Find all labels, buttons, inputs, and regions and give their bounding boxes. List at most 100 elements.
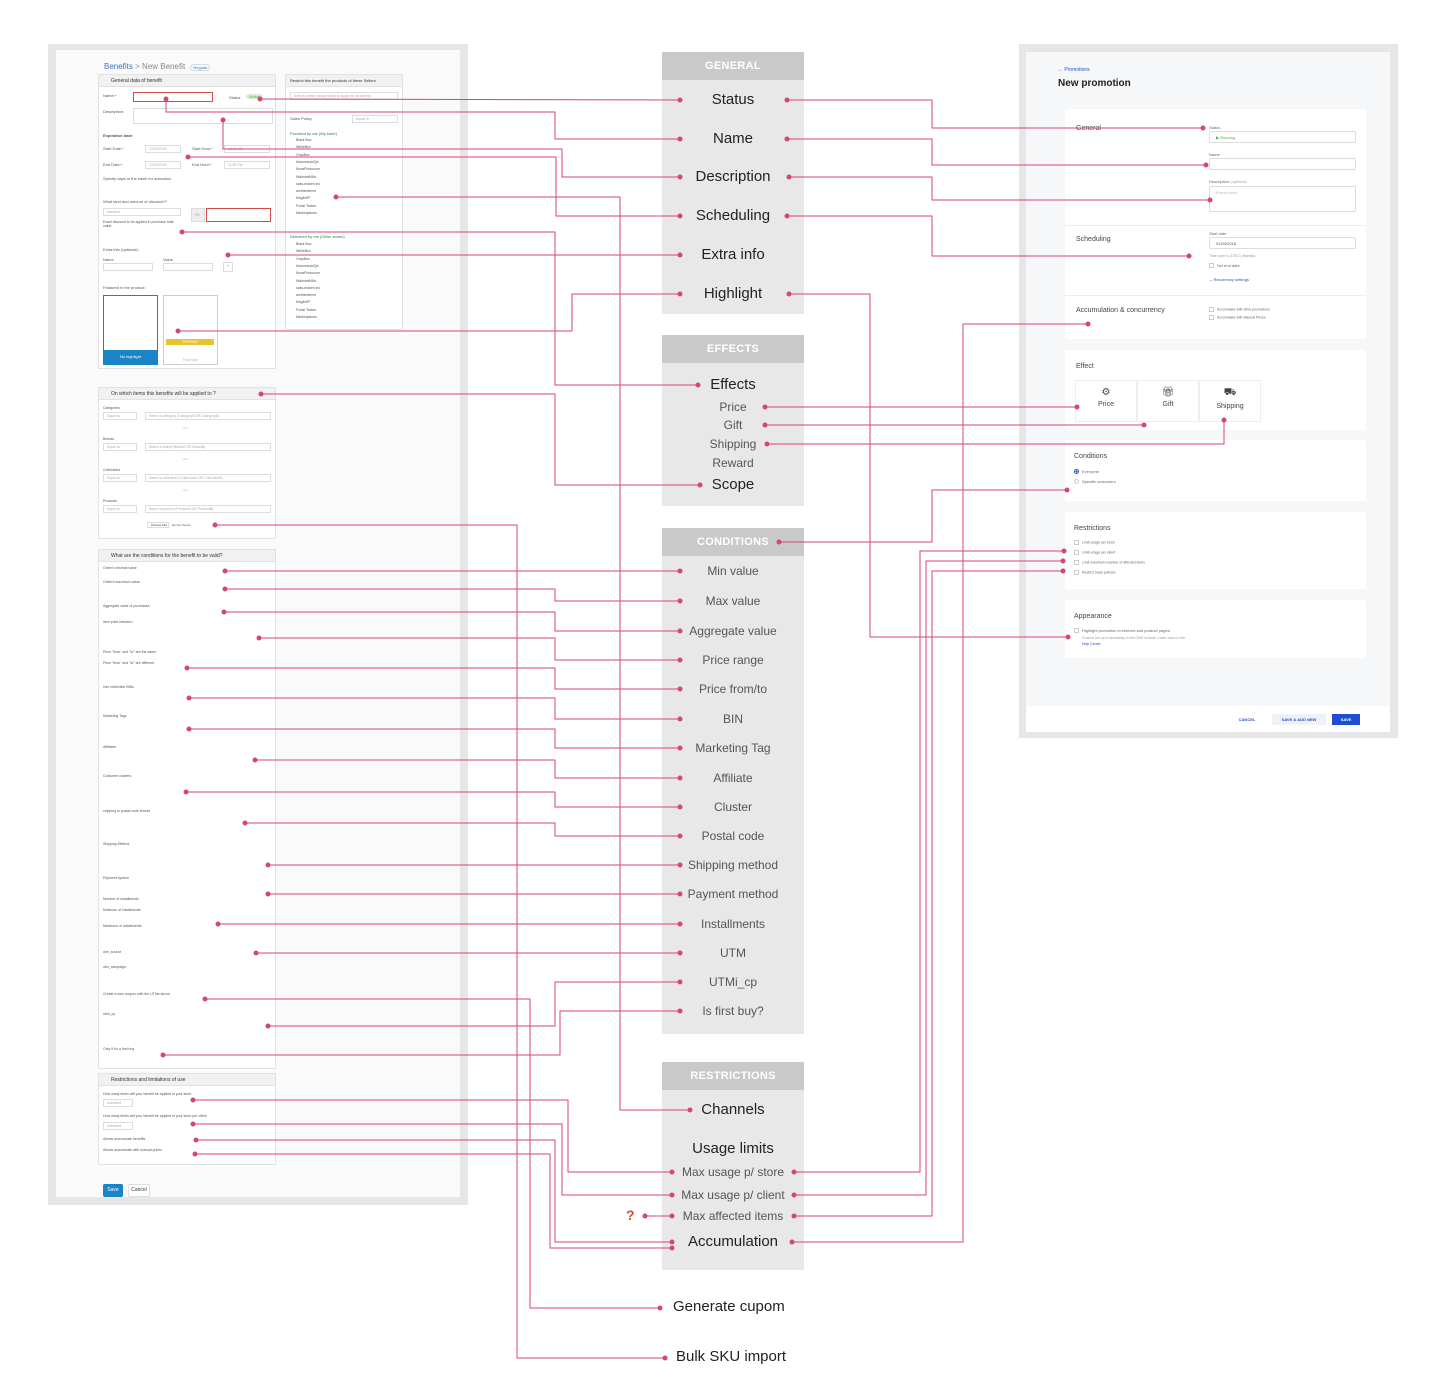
- help-center-link[interactable]: Help Center: [1082, 642, 1101, 646]
- save-button[interactable]: Save: [103, 1184, 123, 1197]
- breadcrumb-root[interactable]: Benefits: [104, 62, 133, 71]
- sellers-input[interactable]: Select a seller (leave blank to apply fo…: [290, 92, 398, 100]
- extra-value-input[interactable]: [163, 263, 213, 271]
- store-checkbox[interactable]: Black Box: [296, 138, 312, 142]
- store-checkbox[interactable]: sass-makes inc: [296, 286, 320, 290]
- store-checkbox[interactable]: Portal Testes: [296, 308, 316, 312]
- store-checkbox[interactable]: GrayBox: [296, 153, 310, 157]
- restriction-checkbox[interactable]: Restrict trade policies: [1074, 570, 1115, 575]
- store-checkbox[interactable]: Marketplaces: [296, 315, 317, 319]
- condition-option[interactable]: Minimum of installments: [103, 908, 141, 912]
- back-link[interactable]: ← Promotions: [1058, 67, 1090, 73]
- provided-radio[interactable]: Provided by me (My store): [290, 131, 337, 136]
- start-hour-input[interactable]: 12:00 AM: [224, 145, 270, 153]
- condition-option[interactable]: Order's minimal value: [103, 566, 137, 570]
- effect-gift-option[interactable]: 🎁︎ Gift: [1137, 380, 1199, 422]
- set-end-date-checkbox[interactable]: Set end date: [1217, 263, 1240, 268]
- store-checkbox[interactable]: Portal Testes: [296, 204, 316, 208]
- discount-amount-input[interactable]: [206, 208, 271, 222]
- store-checkbox[interactable]: AutomacaoQA: [296, 264, 319, 268]
- status-toggle[interactable]: Active: [246, 94, 263, 99]
- condition-option[interactable]: Payment system: [103, 876, 129, 880]
- condition-option[interactable]: shipping to postal code should: [103, 809, 150, 813]
- save-and-add-new-button[interactable]: SAVE & ADD NEW: [1272, 714, 1326, 725]
- highlight-card[interactable]: PROMO Highlight: [163, 295, 218, 365]
- choose-file-button[interactable]: Choose File: [147, 522, 169, 528]
- condition-option[interactable]: utm_campaign: [103, 965, 126, 969]
- condition-option[interactable]: utmi_cp: [103, 1012, 115, 1016]
- restriction-checkbox[interactable]: Limit usage per store: [1074, 540, 1115, 545]
- status-select[interactable]: ▶ Running: [1209, 131, 1356, 143]
- store-checkbox[interactable]: MagMKP: [296, 196, 310, 200]
- condition-option[interactable]: Use restriction BINs: [103, 685, 134, 689]
- scope-input[interactable]: Select a collection (CollectionA OR Coll…: [145, 474, 271, 482]
- condition-option[interactable]: Aggregate value of purchases: [103, 604, 150, 608]
- description-input[interactable]: [133, 108, 273, 124]
- condition-option[interactable]: Only if it's a first buy: [103, 1047, 134, 1051]
- restriction-checkbox[interactable]: Limit maximum number of affected items: [1074, 560, 1145, 565]
- condition-option[interactable]: Create a new coupon with the UTMs above: [103, 992, 170, 996]
- highlight-option[interactable]: Highlight: [164, 357, 217, 362]
- sales-policy-select[interactable]: Equal to: [352, 115, 398, 123]
- scope-input[interactable]: Select a product (ProductA OR ProductB): [145, 505, 271, 513]
- cancel-button[interactable]: CANCEL: [1234, 714, 1260, 725]
- add-extra-button[interactable]: +: [223, 262, 233, 272]
- no-highlight-option[interactable]: No highlight: [104, 350, 157, 364]
- end-date-input[interactable]: 12/03/2018: [145, 161, 181, 169]
- store-checkbox[interactable]: WhiteBox: [296, 249, 311, 253]
- store-checkbox[interactable]: WalmartMNo: [296, 175, 316, 179]
- weekdays-checkbox[interactable]: Specify days of the week for activation: [103, 176, 171, 181]
- extra-name-input[interactable]: [103, 263, 153, 271]
- client-unlimited-checkbox[interactable]: unlimited: [103, 1122, 133, 1130]
- scope-operator-select[interactable]: Equal to: [103, 412, 137, 420]
- scope-operator-select[interactable]: Equal to: [103, 505, 137, 513]
- specific-customers-radio[interactable]: Specific customers: [1082, 479, 1116, 484]
- everyone-radio[interactable]: Everyone: [1082, 469, 1099, 474]
- discount-type-select[interactable]: Nominal: [103, 208, 181, 216]
- condition-option[interactable]: Affiliates: [103, 745, 116, 749]
- name-input[interactable]: [133, 92, 213, 102]
- scope-operator-select[interactable]: Equal to: [103, 474, 137, 482]
- cancel-button[interactable]: Cancel: [128, 1184, 150, 1197]
- store-checkbox[interactable]: ambientelxm: [296, 293, 316, 297]
- scope-operator-select[interactable]: Equal to: [103, 443, 137, 451]
- accumulate-benefits-radio[interactable]: Allows accumulate benefits: [103, 1137, 145, 1141]
- scope-input[interactable]: Select a category (CategoryA OR Category…: [145, 412, 271, 420]
- accumulate-promotions-checkbox[interactable]: Accumulate with other promotions: [1217, 307, 1270, 311]
- scope-input[interactable]: Select a brand (BrandA OR BrandB): [145, 443, 271, 451]
- store-unlimited-checkbox[interactable]: unlimited: [103, 1099, 133, 1107]
- store-checkbox[interactable]: GrayBox: [296, 257, 310, 261]
- store-checkbox[interactable]: ambientelxm: [296, 189, 316, 193]
- condition-option[interactable]: utm_source: [103, 950, 121, 954]
- condition-option[interactable]: Item price between: [103, 620, 133, 624]
- condition-option[interactable]: Number of installments: [103, 897, 139, 901]
- store-checkbox[interactable]: WhiteBox: [296, 145, 311, 149]
- store-checkbox[interactable]: WalmartMNo: [296, 279, 316, 283]
- condition-option[interactable]: Maximum of installments: [103, 924, 142, 928]
- no-highlight-card[interactable]: No highlight: [103, 295, 158, 365]
- restriction-checkbox[interactable]: Limit usage per client: [1074, 550, 1115, 555]
- effect-shipping-option[interactable]: ⛟ Shipping: [1199, 380, 1261, 422]
- store-checkbox[interactable]: NovaPontocom: [296, 271, 320, 275]
- highlight-promotion-checkbox[interactable]: Highlight promotion in shelves and produ…: [1082, 628, 1171, 633]
- accumulate-manual-prices-checkbox[interactable]: Accumulate with Manual Prices: [1217, 315, 1266, 319]
- condition-option[interactable]: Marketing Tags: [103, 714, 127, 718]
- store-checkbox[interactable]: MagMKP: [296, 300, 310, 304]
- condition-option[interactable]: Order's maximum value: [103, 580, 140, 584]
- store-checkbox[interactable]: NovaPontocom: [296, 167, 320, 171]
- store-checkbox[interactable]: Black Box: [296, 242, 312, 246]
- condition-option[interactable]: Shipping Method: [103, 842, 129, 846]
- end-hour-input[interactable]: 11:59 PM: [224, 161, 270, 169]
- condition-option[interactable]: Customer clusters: [103, 774, 131, 778]
- condition-option[interactable]: Price "from" and "to" are different: [103, 661, 154, 665]
- recurrency-settings-link[interactable]: Recurrency settings: [1213, 277, 1248, 282]
- description-input[interactable]: Placeholder: [1209, 186, 1356, 212]
- effect-price-option[interactable]: ⚙ Price: [1075, 380, 1137, 422]
- name-input[interactable]: [1209, 158, 1356, 170]
- store-checkbox[interactable]: sass-makes inc: [296, 182, 320, 186]
- save-button[interactable]: SAVE: [1332, 714, 1360, 725]
- accumulate-manual-radio[interactable]: Allows accumulate with manual prices: [103, 1148, 162, 1152]
- start-date-input[interactable]: 12/03/2018: [145, 145, 181, 153]
- store-checkbox[interactable]: Marketplaces: [296, 211, 317, 215]
- store-checkbox[interactable]: AutomacaoQA: [296, 160, 319, 164]
